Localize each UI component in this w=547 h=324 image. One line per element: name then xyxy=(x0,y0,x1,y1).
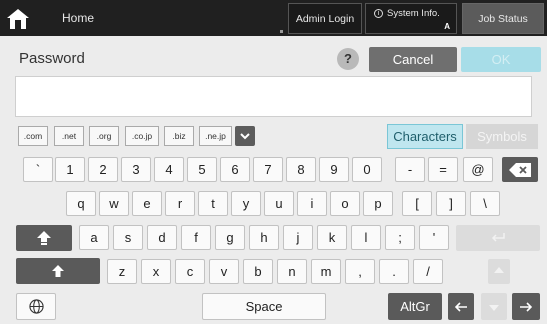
domain-button[interactable]: .org xyxy=(89,126,119,146)
more-domains-button[interactable] xyxy=(235,126,255,146)
admin-login-button[interactable]: Admin Login xyxy=(288,3,362,34)
chevron-down-icon xyxy=(240,133,250,140)
system-info-label: System Info. xyxy=(387,8,440,19)
key[interactable]: 8 xyxy=(286,157,316,182)
arrow-down-button[interactable] xyxy=(481,293,507,320)
key[interactable]: ; xyxy=(385,225,415,250)
key[interactable]: @ xyxy=(463,157,493,182)
caps-lock-button[interactable] xyxy=(16,225,72,251)
key[interactable]: k xyxy=(317,225,347,250)
indicator-dot xyxy=(280,30,283,33)
key[interactable]: = xyxy=(428,157,458,182)
key[interactable]: 1 xyxy=(55,157,85,182)
key[interactable]: x xyxy=(141,259,171,284)
key[interactable]: / xyxy=(413,259,443,284)
key[interactable]: v xyxy=(209,259,239,284)
key[interactable]: q xyxy=(66,191,96,216)
space-key[interactable]: Space xyxy=(202,293,326,320)
domain-button[interactable]: .net xyxy=(54,126,84,146)
enter-button[interactable] xyxy=(456,225,540,251)
key[interactable]: m xyxy=(311,259,341,284)
job-status-button[interactable]: Job Status xyxy=(462,3,544,34)
arrow-up-icon xyxy=(494,266,504,273)
home-icon xyxy=(7,9,29,29)
key[interactable]: y xyxy=(231,191,261,216)
key[interactable]: ` xyxy=(23,157,53,182)
caps-lock-icon xyxy=(37,231,51,245)
key[interactable]: 6 xyxy=(220,157,250,182)
key[interactable]: z xyxy=(107,259,137,284)
key[interactable]: u xyxy=(264,191,294,216)
key[interactable]: w xyxy=(99,191,129,216)
arrow-left-icon xyxy=(455,301,467,312)
key[interactable]: 4 xyxy=(154,157,184,182)
key[interactable]: b xyxy=(243,259,273,284)
home-button[interactable] xyxy=(0,0,58,36)
key[interactable]: a xyxy=(79,225,109,250)
key[interactable]: s xyxy=(113,225,143,250)
key[interactable]: p xyxy=(363,191,393,216)
key[interactable]: o xyxy=(330,191,360,216)
key[interactable]: , xyxy=(345,259,375,284)
enter-icon xyxy=(491,233,505,242)
arrow-up-button[interactable] xyxy=(488,259,510,284)
key[interactable]: t xyxy=(198,191,228,216)
symbols-tab[interactable]: Symbols xyxy=(466,124,538,149)
backspace-button[interactable] xyxy=(502,157,538,182)
key[interactable]: 3 xyxy=(121,157,151,182)
job-status-label: Job Status xyxy=(478,12,528,25)
admin-login-label: Admin Login xyxy=(295,12,355,25)
key[interactable]: ' xyxy=(419,225,449,250)
domain-button[interactable]: .ne.jp xyxy=(199,126,232,146)
key[interactable]: g xyxy=(215,225,245,250)
key[interactable]: f xyxy=(181,225,211,250)
shift-icon xyxy=(52,265,64,277)
altgr-key[interactable]: AltGr xyxy=(388,293,442,320)
key[interactable]: . xyxy=(379,259,409,284)
password-input[interactable] xyxy=(15,76,532,117)
key[interactable]: h xyxy=(249,225,279,250)
key[interactable]: 5 xyxy=(187,157,217,182)
language-button[interactable] xyxy=(16,293,56,320)
characters-tab[interactable]: Characters xyxy=(387,124,463,149)
key[interactable]: 9 xyxy=(319,157,349,182)
info-icon: i xyxy=(374,9,383,18)
key[interactable]: j xyxy=(283,225,313,250)
help-button[interactable]: ? xyxy=(337,48,359,70)
system-info-sub: A xyxy=(444,22,450,31)
domain-button[interactable]: .biz xyxy=(164,126,194,146)
key[interactable]: e xyxy=(132,191,162,216)
home-label: Home xyxy=(62,11,95,25)
arrow-right-icon xyxy=(520,301,532,312)
key[interactable]: \ xyxy=(470,191,500,216)
key[interactable]: - xyxy=(395,157,425,182)
arrow-left-button[interactable] xyxy=(448,293,474,320)
key[interactable]: 2 xyxy=(88,157,118,182)
domain-button[interactable]: .com xyxy=(18,126,48,146)
key[interactable]: ] xyxy=(436,191,466,216)
page-title: Password xyxy=(19,50,85,67)
key[interactable]: l xyxy=(351,225,381,250)
key[interactable]: d xyxy=(147,225,177,250)
backspace-icon xyxy=(509,162,531,177)
shift-button[interactable] xyxy=(16,258,100,284)
key[interactable]: [ xyxy=(402,191,432,216)
key[interactable]: r xyxy=(165,191,195,216)
arrow-right-button[interactable] xyxy=(512,293,540,320)
cancel-button[interactable]: Cancel xyxy=(369,47,457,72)
key[interactable]: c xyxy=(175,259,205,284)
ok-button[interactable]: OK xyxy=(461,47,541,72)
top-bar: Home Admin Login i System Info. A Job St… xyxy=(0,0,547,36)
arrow-down-icon xyxy=(489,304,499,311)
key[interactable]: i xyxy=(297,191,327,216)
domain-button[interactable]: .co.jp xyxy=(125,126,159,146)
key[interactable]: 7 xyxy=(253,157,283,182)
key[interactable]: n xyxy=(277,259,307,284)
system-info-button[interactable]: i System Info. A xyxy=(365,3,457,34)
globe-icon xyxy=(28,299,44,314)
key[interactable]: 0 xyxy=(352,157,382,182)
